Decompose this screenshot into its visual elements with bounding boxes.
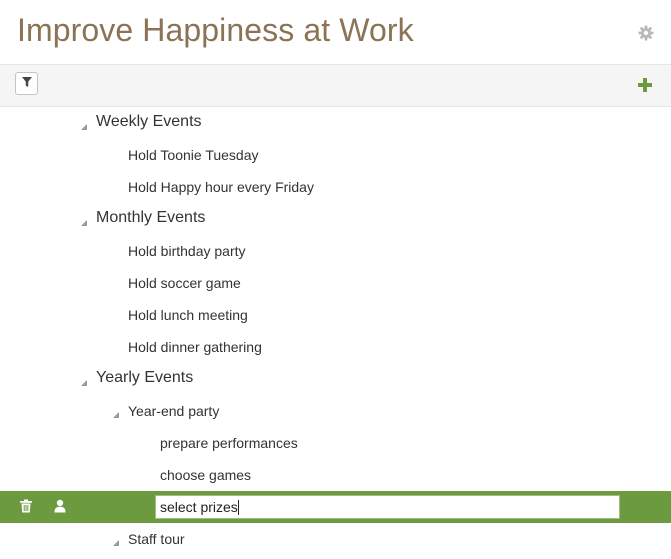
tree-item-label: Hold soccer game (128, 275, 241, 291)
tree-item[interactable]: choose games (0, 459, 671, 491)
trash-icon[interactable] (19, 499, 33, 513)
tree-item[interactable]: Year-end party (0, 395, 671, 427)
tree-item[interactable]: Weekly Events (0, 107, 671, 139)
expand-triangle-icon[interactable] (112, 534, 120, 546)
tree-item-label: Hold birthday party (128, 243, 246, 259)
tree-item-label: prepare performances (160, 435, 298, 451)
page-title: Improve Happiness at Work (17, 12, 414, 48)
text-caret (237, 500, 239, 515)
tree-item[interactable]: Hold dinner gathering (0, 331, 671, 363)
tree-item[interactable]: Yearly Events (0, 363, 671, 395)
expand-triangle-icon[interactable] (80, 214, 88, 226)
expand-triangle-icon[interactable] (112, 406, 120, 418)
item-edit-field[interactable]: select prizes (155, 495, 620, 519)
outline-tree: Weekly Events Hold Toonie Tuesday Hold H… (0, 107, 671, 559)
person-icon[interactable] (53, 499, 67, 513)
tree-item-label: Hold dinner gathering (128, 339, 262, 355)
tree-item-label: choose games (160, 467, 252, 483)
gear-icon[interactable] (638, 25, 654, 41)
expand-triangle-icon[interactable] (80, 374, 88, 386)
filter-button[interactable] (15, 72, 38, 95)
tree-item[interactable]: Staff tour (0, 523, 671, 555)
app-header: Improve Happiness at Work (0, 0, 671, 64)
expand-triangle-icon[interactable] (80, 118, 88, 130)
plus-icon[interactable] (638, 78, 652, 92)
tree-item-label: Staff tour (128, 531, 185, 547)
tree-item-label: Year-end party (128, 403, 220, 419)
tree-item-label: Hold Happy hour every Friday (128, 179, 314, 195)
filter-icon (21, 75, 32, 93)
tree-item-selected[interactable]: select prizes (0, 491, 671, 523)
toolbar (0, 64, 671, 107)
tree-item-label: Hold lunch meeting (128, 307, 248, 323)
tree-item[interactable]: Hold Happy hour every Friday (0, 171, 671, 203)
tree-item[interactable]: Monthly Events (0, 203, 671, 235)
tree-item-label: Yearly Events (96, 369, 194, 386)
tree-item[interactable]: Hold lunch meeting (0, 299, 671, 331)
tree-item[interactable]: Hold Toonie Tuesday (0, 139, 671, 171)
tree-item-label: Monthly Events (96, 209, 206, 226)
tree-item[interactable]: Hold birthday party (0, 235, 671, 267)
tree-item[interactable]: prepare performances (0, 427, 671, 459)
tree-item-label: Hold Toonie Tuesday (128, 147, 259, 163)
tree-item-label: Weekly Events (96, 113, 202, 130)
tree-item[interactable]: Hold soccer game (0, 267, 671, 299)
item-edit-value: select prizes (160, 499, 238, 515)
